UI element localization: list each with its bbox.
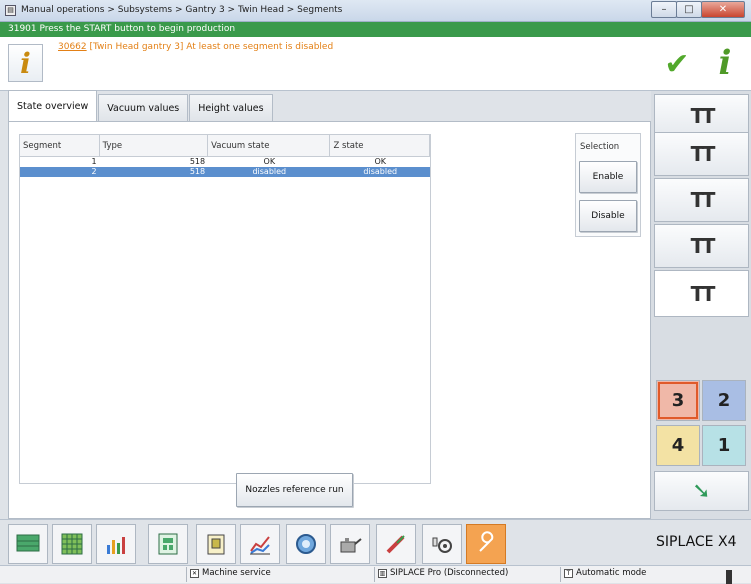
info-icon: i — [20, 46, 31, 80]
minimize-button[interactable]: – — [651, 1, 677, 18]
status-mode-text: Automatic mode — [576, 568, 647, 578]
manual-operations-button[interactable] — [422, 524, 462, 564]
table-row[interactable]: 2 518 disabled disabled — [20, 167, 430, 177]
cell-type: 518 — [189, 157, 206, 166]
status-pro-text: SIPLACE Pro (Disconnected) — [390, 568, 509, 578]
app-icon: ▤ — [5, 5, 16, 16]
status-separator — [374, 567, 375, 582]
right-sidebar: TT TT TT TT TT 3 2 4 1 ➘ — [651, 91, 751, 519]
board-button[interactable] — [148, 524, 188, 564]
status-mode: T Automatic mode — [564, 568, 646, 578]
board-icon — [158, 533, 178, 555]
bottom-toolbar: SIPLACE X4 — [0, 519, 751, 565]
connection-status-icon: ▥ — [378, 568, 387, 578]
trend-button[interactable] — [240, 524, 280, 564]
vision-button[interactable] — [286, 524, 326, 564]
cell-vacuum-state: OK — [263, 157, 276, 166]
breadcrumb: Manual operations > Subsystems > Gantry … — [21, 5, 343, 15]
tab-height-values[interactable]: Height values — [189, 94, 273, 121]
table-row[interactable]: 1 518 OK OK — [20, 157, 430, 167]
cell-type: 518 — [189, 167, 206, 176]
line-chart-icon — [250, 536, 270, 555]
nozzle-pair-icon: TT — [690, 104, 716, 128]
camera-icon — [296, 534, 316, 554]
status-machine-service: ✕ Machine service — [190, 568, 271, 578]
nozzle-pair-vacuum-icon: TT — [690, 142, 716, 166]
status-separator — [560, 567, 561, 582]
resize-grip[interactable] — [714, 566, 744, 584]
grid-button[interactable] — [52, 524, 92, 564]
brand-label: SIPLACE X4 — [656, 534, 737, 550]
status-separator — [186, 567, 187, 582]
statistics-button[interactable] — [96, 524, 136, 564]
column-header-type[interactable]: Type — [100, 135, 209, 156]
gantry-3-button[interactable]: 3 — [656, 380, 700, 421]
gantry-4-button[interactable]: 4 — [656, 425, 700, 466]
tab-bar: State overview Vacuum values Height valu… — [8, 90, 274, 121]
enable-button[interactable]: Enable — [579, 161, 637, 193]
column-header-vacuum-state[interactable]: Vacuum state — [208, 135, 331, 156]
service-button[interactable] — [466, 524, 506, 564]
column-header-z-state[interactable]: Z state — [330, 135, 430, 156]
mode-status-icon: T — [564, 568, 573, 578]
hand-gear-icon — [432, 537, 452, 553]
segments-table: Segment Type Vacuum state Z state 1 518 … — [19, 134, 431, 484]
state-overview-panel: Segment Type Vacuum state Z state 1 518 … — [8, 121, 651, 519]
tab-vacuum-values[interactable]: Vacuum values — [98, 94, 189, 121]
table-header: Segment Type Vacuum state Z state — [20, 135, 430, 157]
arrow-down-right-icon: ➘ — [692, 478, 711, 504]
tools-button[interactable] — [376, 524, 416, 564]
gantry-2-button[interactable]: 2 — [702, 380, 746, 421]
status-bar: ✕ Machine service ▥ SIPLACE Pro (Disconn… — [0, 565, 751, 584]
cell-segment: 2 — [91, 167, 97, 176]
title-bar: ▤ Manual operations > Subsystems > Gantr… — [0, 0, 751, 22]
bar-chart-icon — [107, 537, 125, 554]
segment-vacuum-button[interactable]: TT — [654, 132, 749, 176]
screwdriver-icon — [386, 535, 405, 554]
top-right-actions: ✔ i — [651, 37, 751, 91]
close-button[interactable]: ✕ — [701, 1, 745, 18]
status-banner: 31901 Press the START button to begin pr… — [0, 22, 751, 37]
nozzles-reference-run-button[interactable]: Nozzles reference run — [236, 473, 353, 507]
check-icon: ✔ — [664, 46, 690, 82]
segment-gripper-button[interactable]: TT — [654, 224, 749, 268]
cell-segment: 1 — [91, 157, 97, 166]
selection-group: Selection Enable Disable — [575, 133, 641, 237]
info-icon: i — [718, 43, 732, 83]
message-body: [Twin Head gantry 3] At least one segmen… — [86, 42, 334, 52]
maximize-button[interactable]: □ — [676, 1, 702, 18]
tab-state-overview[interactable]: State overview — [8, 90, 98, 121]
cell-z-state: OK — [374, 157, 387, 166]
cell-z-state: disabled — [363, 167, 398, 176]
lubrication-button[interactable] — [330, 524, 370, 564]
service-status-icon: ✕ — [190, 568, 199, 578]
status-siplace-pro: ▥ SIPLACE Pro (Disconnected) — [378, 568, 508, 578]
selection-label: Selection — [580, 142, 620, 152]
info-button[interactable]: i — [8, 44, 43, 82]
production-button[interactable] — [8, 524, 48, 564]
grid-icon — [61, 533, 83, 555]
nozzle-pair-down-icon: TT — [690, 188, 716, 212]
message-text: 30662 [Twin Head gantry 3] At least one … — [58, 42, 333, 52]
status-service-text: Machine service — [202, 568, 271, 578]
disable-button[interactable]: Disable — [579, 200, 637, 232]
message-bar: i 30662 [Twin Head gantry 3] At least on… — [0, 37, 651, 91]
nozzle-pair-segments-icon: TT — [690, 281, 716, 306]
feeder-icon — [207, 534, 225, 555]
column-header-segment[interactable]: Segment — [20, 135, 100, 156]
segments-button[interactable]: TT — [654, 270, 749, 317]
oil-can-icon — [340, 538, 362, 553]
help-button[interactable]: i — [703, 40, 747, 86]
gantry-1-button[interactable]: 1 — [702, 425, 746, 466]
confirm-button[interactable]: ✔ — [655, 44, 699, 84]
segment-down-button[interactable]: TT — [654, 178, 749, 222]
message-code-link[interactable]: 30662 — [58, 42, 87, 52]
navigate-button[interactable]: ➘ — [654, 471, 749, 511]
feeder-button[interactable] — [196, 524, 236, 564]
nozzle-pair-hook-icon: TT — [690, 234, 716, 258]
stack-icon — [16, 534, 40, 552]
wrench-icon — [479, 531, 494, 552]
cell-vacuum-state: disabled — [252, 167, 287, 176]
